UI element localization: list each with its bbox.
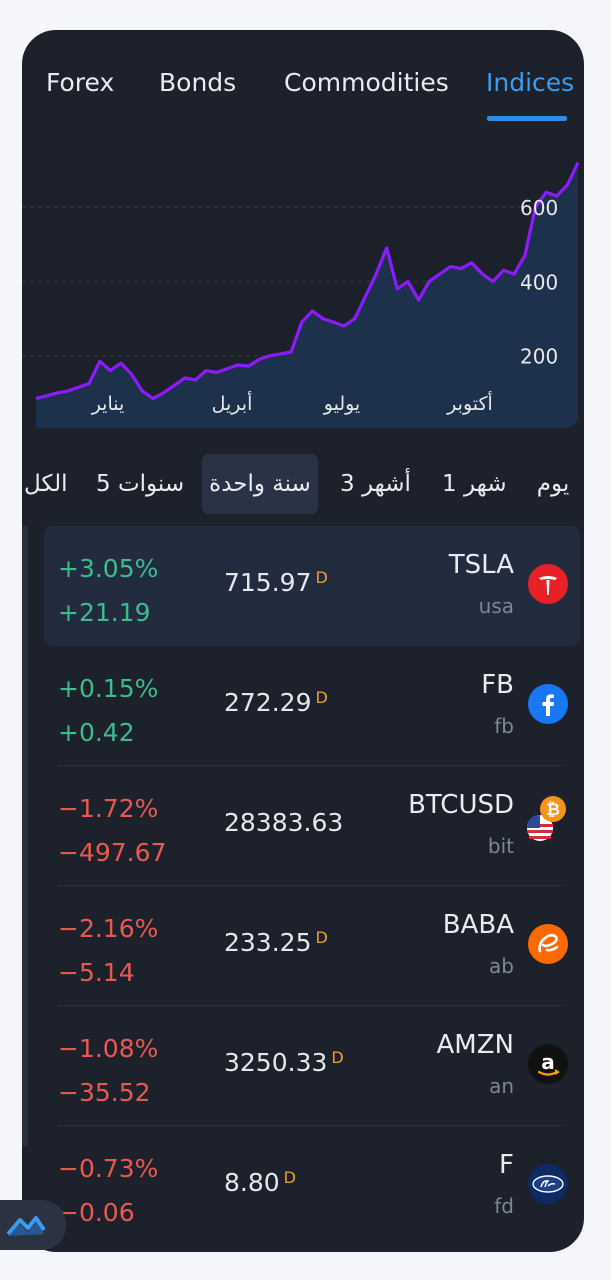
symbol-subtitle: usa: [478, 594, 514, 618]
y-tick-label: 400: [520, 270, 558, 294]
bitcoin-usd-icon: ₿: [527, 796, 568, 844]
range-1-month[interactable]: 1 شهر: [442, 454, 507, 514]
price: 272.29 D: [224, 688, 328, 717]
price-value: 8.80: [224, 1168, 280, 1197]
tab-indices[interactable]: Indices: [486, 68, 574, 97]
range-selector: الكل 5 سنوات سنة واحدة 3 أشهر 1 شهر يوم: [22, 442, 584, 520]
change-percent: −1.08%: [58, 1034, 159, 1063]
chart-logo-icon: [6, 1216, 46, 1236]
symbol-subtitle: an: [489, 1074, 514, 1098]
price-chart[interactable]: 200 400 600 يناير أبريل يوليو أكتوبر: [22, 130, 580, 428]
symbol: BABA: [442, 910, 514, 940]
range-day[interactable]: يوم: [532, 454, 574, 514]
table-row[interactable]: −0.73% −0.06 8.80 D F fd: [44, 1126, 580, 1246]
change-value: −0.06: [58, 1198, 135, 1227]
table-row[interactable]: +0.15% +0.42 272.29 D FB fb: [44, 646, 580, 766]
price: 3250.33 D: [224, 1048, 344, 1077]
x-tick-label: يوليو: [323, 393, 360, 415]
price-value: 28383.63: [224, 808, 344, 837]
change-value: +21.19: [58, 598, 151, 627]
price: 28383.63: [224, 808, 347, 837]
price-value: 272.29: [224, 688, 312, 717]
symbol: AMZN: [436, 1030, 514, 1060]
change-percent: −2.16%: [58, 914, 159, 943]
amazon-icon: a: [528, 1044, 568, 1084]
x-tick-label: أكتوبر: [446, 391, 493, 415]
table-row[interactable]: +3.05% +21.19 715.97 D TSLA usa: [44, 526, 580, 646]
range-1-year[interactable]: سنة واحدة: [202, 454, 318, 514]
change-percent: −0.73%: [58, 1154, 159, 1183]
price: 715.97 D: [224, 568, 328, 597]
facebook-icon: [528, 684, 568, 724]
table-row[interactable]: −1.72% −497.67 28383.63 BTCUSD bit ₿: [44, 766, 580, 886]
delay-badge: D: [315, 568, 328, 587]
change-percent: +3.05%: [58, 554, 159, 583]
tab-commodities[interactable]: Commodities: [284, 68, 449, 97]
y-tick-label: 600: [520, 196, 558, 220]
price: 8.80 D: [224, 1168, 296, 1197]
table-row[interactable]: −1.08% −35.52 3250.33 D AMZN an a: [44, 1006, 580, 1126]
delay-badge: D: [315, 688, 328, 707]
x-tick-label: يناير: [91, 393, 125, 415]
symbol: TSLA: [448, 550, 514, 580]
change-percent: +0.15%: [58, 674, 159, 703]
svg-text:a: a: [541, 1050, 555, 1074]
list-scrollbar[interactable]: [22, 526, 28, 1146]
change-value: +0.42: [58, 718, 135, 747]
change-percent: −1.72%: [58, 794, 159, 823]
delay-badge: D: [315, 928, 328, 947]
symbol-subtitle: fb: [494, 714, 514, 738]
delay-badge: D: [331, 1048, 344, 1067]
delay-badge: D: [283, 1168, 296, 1187]
price: 233.25 D: [224, 928, 328, 957]
tab-forex[interactable]: Forex: [46, 68, 114, 97]
instrument-list: +3.05% +21.19 715.97 D TSLA usa +0.15% +0…: [22, 526, 584, 1252]
svg-text:₿: ₿: [546, 800, 560, 820]
active-tab-indicator: [487, 116, 567, 121]
symbol: F: [499, 1150, 514, 1180]
price-value: 233.25: [224, 928, 312, 957]
price-chart-svg: 200 400 600 يناير أبريل يوليو أكتوبر: [22, 130, 580, 428]
change-value: −5.14: [58, 958, 135, 987]
symbol-subtitle: bit: [487, 834, 514, 858]
symbol-subtitle: fd: [494, 1194, 514, 1218]
table-row[interactable]: −2.16% −5.14 233.25 D BABA ab: [44, 886, 580, 1006]
category-tabs: Forex Bonds Commodities Indices: [22, 30, 584, 130]
range-5-years[interactable]: 5 سنوات: [96, 454, 184, 514]
alibaba-icon: [528, 924, 568, 964]
symbol-subtitle: ab: [489, 954, 514, 978]
range-all[interactable]: الكل: [24, 454, 68, 514]
symbol: FB: [481, 670, 514, 700]
price-value: 3250.33: [224, 1048, 328, 1077]
change-value: −35.52: [58, 1078, 151, 1107]
tab-bonds[interactable]: Bonds: [159, 68, 236, 97]
tesla-icon: [528, 564, 568, 604]
app-menu-button[interactable]: [0, 1200, 66, 1250]
change-value: −497.67: [58, 838, 167, 867]
price-value: 715.97: [224, 568, 312, 597]
y-tick-label: 200: [520, 345, 558, 369]
ford-icon: [528, 1164, 568, 1204]
symbol: BTCUSD: [408, 790, 514, 820]
range-3-months[interactable]: 3 أشهر: [340, 454, 411, 514]
phone-screen: Forex Bonds Commodities Indices 200 400 60…: [22, 30, 584, 1252]
x-tick-label: أبريل: [212, 391, 253, 415]
